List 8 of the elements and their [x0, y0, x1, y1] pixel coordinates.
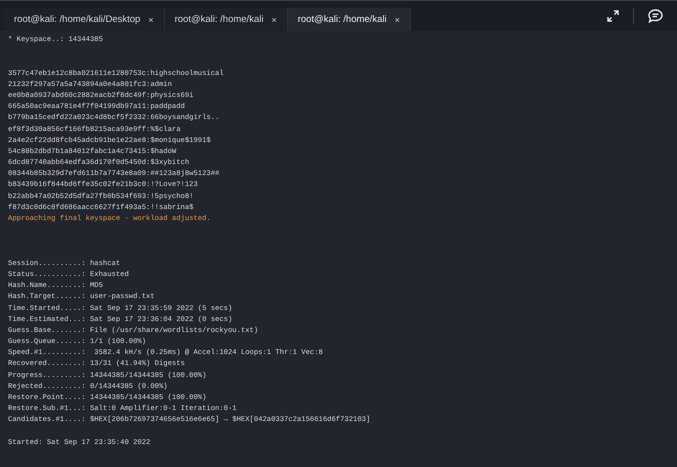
- tab-close-button[interactable]: ×: [394, 14, 400, 24]
- fullscreen-icon[interactable]: [607, 10, 619, 22]
- tab-close-button[interactable]: ×: [148, 14, 154, 24]
- terminal-tab[interactable]: root@kali: /home/kali ×: [288, 8, 411, 31]
- terminal-tab[interactable]: root@kali: /home/kali ×: [164, 8, 288, 31]
- terminal-tab[interactable]: root@kali: /home/kali/Desktop ×: [4, 8, 165, 31]
- tab-close-button[interactable]: ×: [271, 14, 277, 24]
- chat-icon[interactable]: [648, 9, 663, 23]
